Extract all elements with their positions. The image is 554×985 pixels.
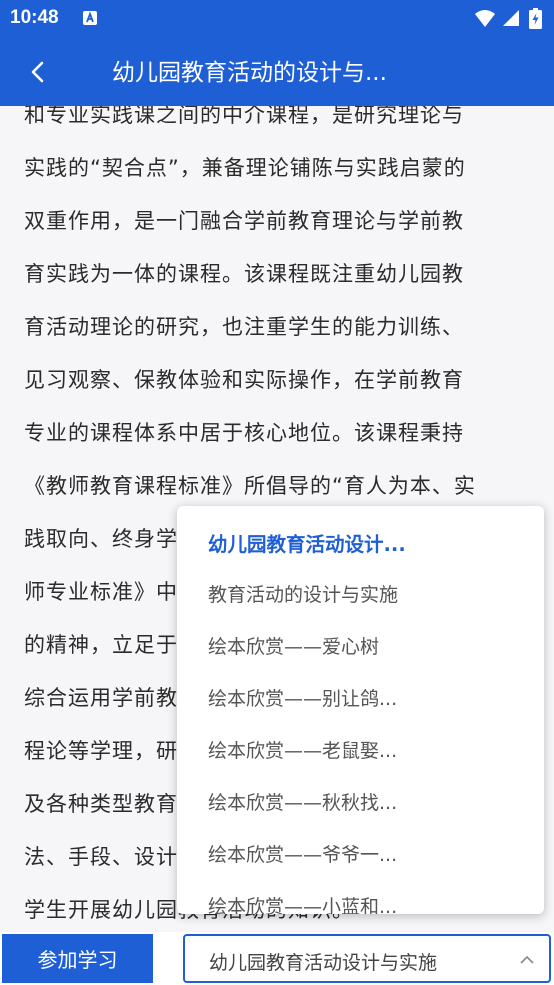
dropdown-option[interactable]: 绘本欣赏——老鼠娶... [208, 736, 397, 763]
dropdown-option[interactable]: 绘本欣赏——别让鸽... [208, 684, 397, 711]
signal-icon [503, 10, 519, 26]
course-select-value: 幼儿园教育活动设计与实施 [209, 952, 438, 974]
dropdown-option[interactable]: 绘本欣赏——爷爷一... [208, 840, 397, 867]
chevron-up-icon [520, 955, 534, 964]
join-study-button[interactable]: 参加学习 [2, 934, 153, 983]
dropdown-option[interactable]: 绘本欣赏——小蓝和... [208, 892, 397, 914]
back-arrow-icon[interactable] [24, 57, 52, 87]
dropdown-option[interactable]: 绘本欣赏——秋秋找... [208, 788, 397, 815]
app-bar: 幼儿园教育活动的设计与... [0, 38, 554, 106]
description-line: 双重作用，是一门融合学前教育理论与学前教 [24, 209, 464, 233]
battery-charging-icon [529, 8, 542, 29]
description-line: 育活动理论的研究，也注重学生的能力训练、 [24, 315, 464, 339]
dropdown-option[interactable]: 教育活动的设计与实施 [208, 580, 398, 607]
description-line: 见习观察、保教体验和实际操作，在学前教育 [24, 368, 464, 392]
description-line: 实践的“契合点”，兼备理论铺陈与实践启蒙的 [24, 156, 466, 180]
status-time: 10:48 [10, 7, 59, 28]
dropdown-option[interactable]: 绘本欣赏——爱心树 [208, 632, 379, 659]
description-line: 和专业实践课之间的中介课程，是研究理论与 [24, 106, 464, 127]
chapter-dropdown-menu[interactable]: 幼儿园教育活动设计... 教育活动的设计与实施 绘本欣赏——爱心树 绘本欣赏——别让鸽… [177, 506, 544, 914]
page-title: 幼儿园教育活动的设计与... [112, 60, 387, 86]
status-bar: 10:48 [0, 0, 554, 38]
wifi-icon [475, 10, 495, 27]
dropdown-option[interactable]: 幼儿园教育活动设计... [208, 528, 406, 557]
description-line: 专业的课程体系中居于核心地位。该课程秉持 [24, 421, 464, 445]
bottom-bar: 参加学习 幼儿园教育活动设计与实施 [0, 932, 554, 985]
course-select[interactable]: 幼儿园教育活动设计与实施 [183, 934, 551, 983]
description-line: 育实践为一体的课程。该课程既注重幼儿园教 [24, 262, 464, 286]
app-notification-icon [83, 11, 97, 25]
